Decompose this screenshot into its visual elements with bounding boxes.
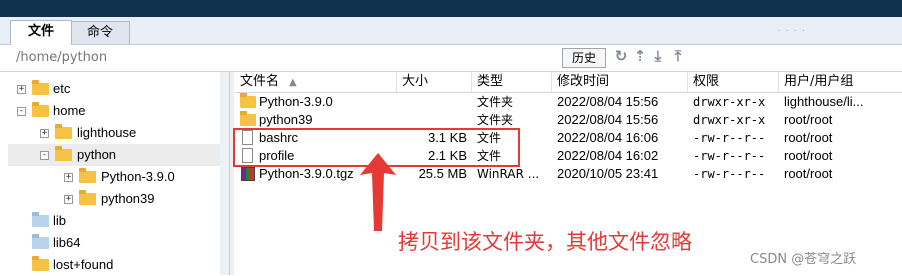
expand-icon[interactable]: +	[64, 195, 73, 204]
archive-icon	[241, 167, 255, 181]
file-owner: root/root	[784, 112, 833, 127]
tree-item-label: python39	[101, 191, 155, 206]
refresh-icon[interactable]: ↻	[613, 48, 629, 66]
path-input[interactable]: /home/python	[16, 50, 107, 65]
collapse-icon[interactable]: -	[40, 151, 49, 160]
download-icon[interactable]: ⤓	[650, 48, 666, 66]
tree-item-lib[interactable]: lib	[8, 210, 220, 232]
file-row-python-3-9-0[interactable]: Python-3.9.0 文件夹 2022/08/04 15:56 drwxr-…	[235, 93, 902, 111]
up-icon[interactable]: ⇡	[632, 48, 648, 66]
folder-icon	[79, 168, 96, 183]
file-owner: root/root	[784, 148, 833, 163]
pane-divider	[229, 72, 230, 275]
file-permissions: drwxr-xr-x	[693, 95, 766, 109]
folder-icon	[32, 102, 49, 117]
tree-item-label: home	[53, 103, 86, 118]
file-size	[397, 93, 467, 111]
grip-icon: · · · ·	[777, 25, 806, 36]
file-list-header: 文件名 ▲ 大小 类型 修改时间 权限 用户/用户组	[235, 72, 902, 93]
file-name: python39	[259, 112, 313, 127]
tree-item-lighthouse[interactable]: + lighthouse	[8, 122, 220, 144]
tree-item-python39[interactable]: + python39	[8, 188, 220, 210]
file-size	[397, 111, 467, 129]
tree-item-label: lib64	[53, 235, 81, 250]
file-mtime: 2022/08/04 15:56	[557, 112, 659, 127]
column-header-owner[interactable]: 用户/用户组	[779, 72, 902, 92]
folder-link-icon	[32, 212, 49, 227]
tree-item-python[interactable]: - python	[8, 144, 220, 166]
tree-item-etc[interactable]: + etc	[8, 78, 220, 100]
file-row-python-tgz[interactable]: Python-3.9.0.tgz 25.5 MB WinRAR ... 2020…	[235, 165, 902, 183]
annotation-arrow-icon	[360, 153, 396, 231]
column-header-mtime[interactable]: 修改时间	[552, 72, 688, 92]
folder-icon	[240, 93, 256, 108]
column-header-size[interactable]: 大小	[397, 72, 472, 92]
collapse-icon[interactable]: -	[17, 107, 26, 116]
column-header-permissions[interactable]: 权限	[688, 72, 779, 92]
folder-icon	[79, 190, 96, 205]
tree-item-python-3-9-0[interactable]: + Python-3.9.0	[8, 166, 220, 188]
tree-item-label: lighthouse	[77, 125, 137, 140]
file-size: 25.5 MB	[418, 166, 467, 181]
column-header-label: 文件名	[240, 74, 280, 89]
file-name: Python-3.9.0	[259, 94, 333, 109]
folder-icon	[32, 80, 49, 95]
annotation-text: 拷贝到该文件夹，其他文件忽略	[398, 230, 692, 254]
column-header-name[interactable]: 文件名 ▲	[235, 72, 397, 92]
file-owner: lighthouse/li...	[784, 94, 864, 109]
file-type: 文件夹	[477, 95, 514, 109]
folder-icon	[32, 256, 49, 271]
folder-icon	[240, 111, 256, 126]
file-row-python39[interactable]: python39 文件夹 2022/08/04 15:56 drwxr-xr-x…	[235, 111, 902, 129]
tree-item-home[interactable]: - home	[8, 100, 220, 122]
pane-splitter[interactable]	[220, 72, 234, 275]
file-mtime: 2022/08/04 16:06	[557, 130, 659, 145]
file-type: 文件夹	[477, 113, 514, 127]
file-owner: root/root	[784, 130, 833, 145]
file-permissions: -rw-r--r--	[693, 131, 766, 145]
watermark: CSDN @苍穹之跃	[750, 252, 857, 267]
folder-link-icon	[32, 234, 49, 249]
file-owner: root/root	[784, 166, 833, 181]
file-permissions: -rw-r--r--	[693, 167, 766, 181]
path-bar: /home/python 历史 ↻ ⇡ ⤓ ⤒	[0, 45, 902, 72]
upload-icon[interactable]: ⤒	[670, 48, 686, 66]
tree-item-lost-found[interactable]: lost+found	[8, 254, 220, 276]
tree-item-label: lost+found	[53, 257, 114, 272]
tree-item-lib64[interactable]: lib64	[8, 232, 220, 254]
column-header-type[interactable]: 类型	[472, 72, 552, 92]
file-mtime: 2022/08/04 15:56	[557, 94, 659, 109]
expand-icon[interactable]: +	[17, 85, 26, 94]
file-permissions: drwxr-xr-x	[693, 113, 766, 127]
tree-item-label: etc	[53, 81, 71, 96]
tree-item-label: python	[77, 147, 117, 162]
tree-item-label: lib	[53, 213, 67, 228]
title-bar	[0, 0, 902, 17]
tab-files[interactable]: 文件	[10, 20, 72, 45]
history-button[interactable]: 历史	[562, 48, 606, 68]
expand-icon[interactable]: +	[40, 129, 49, 138]
folder-icon	[55, 124, 72, 139]
file-mtime: 2022/08/04 16:02	[557, 148, 659, 163]
folder-tree: + etc - home + lighthouse - python + Pyt…	[8, 72, 221, 275]
sort-ascending-icon: ▲	[289, 77, 297, 88]
folder-icon	[55, 146, 72, 161]
tree-item-label: Python-3.9.0	[101, 169, 175, 184]
tab-commands[interactable]: 命令	[70, 21, 130, 44]
expand-icon[interactable]: +	[64, 173, 73, 182]
file-permissions: -rw-r--r--	[693, 149, 766, 163]
file-type: WinRAR ...	[477, 167, 540, 181]
tab-bar: 文件 命令 · · · ·	[0, 17, 902, 45]
file-mtime: 2020/10/05 23:41	[557, 166, 659, 181]
